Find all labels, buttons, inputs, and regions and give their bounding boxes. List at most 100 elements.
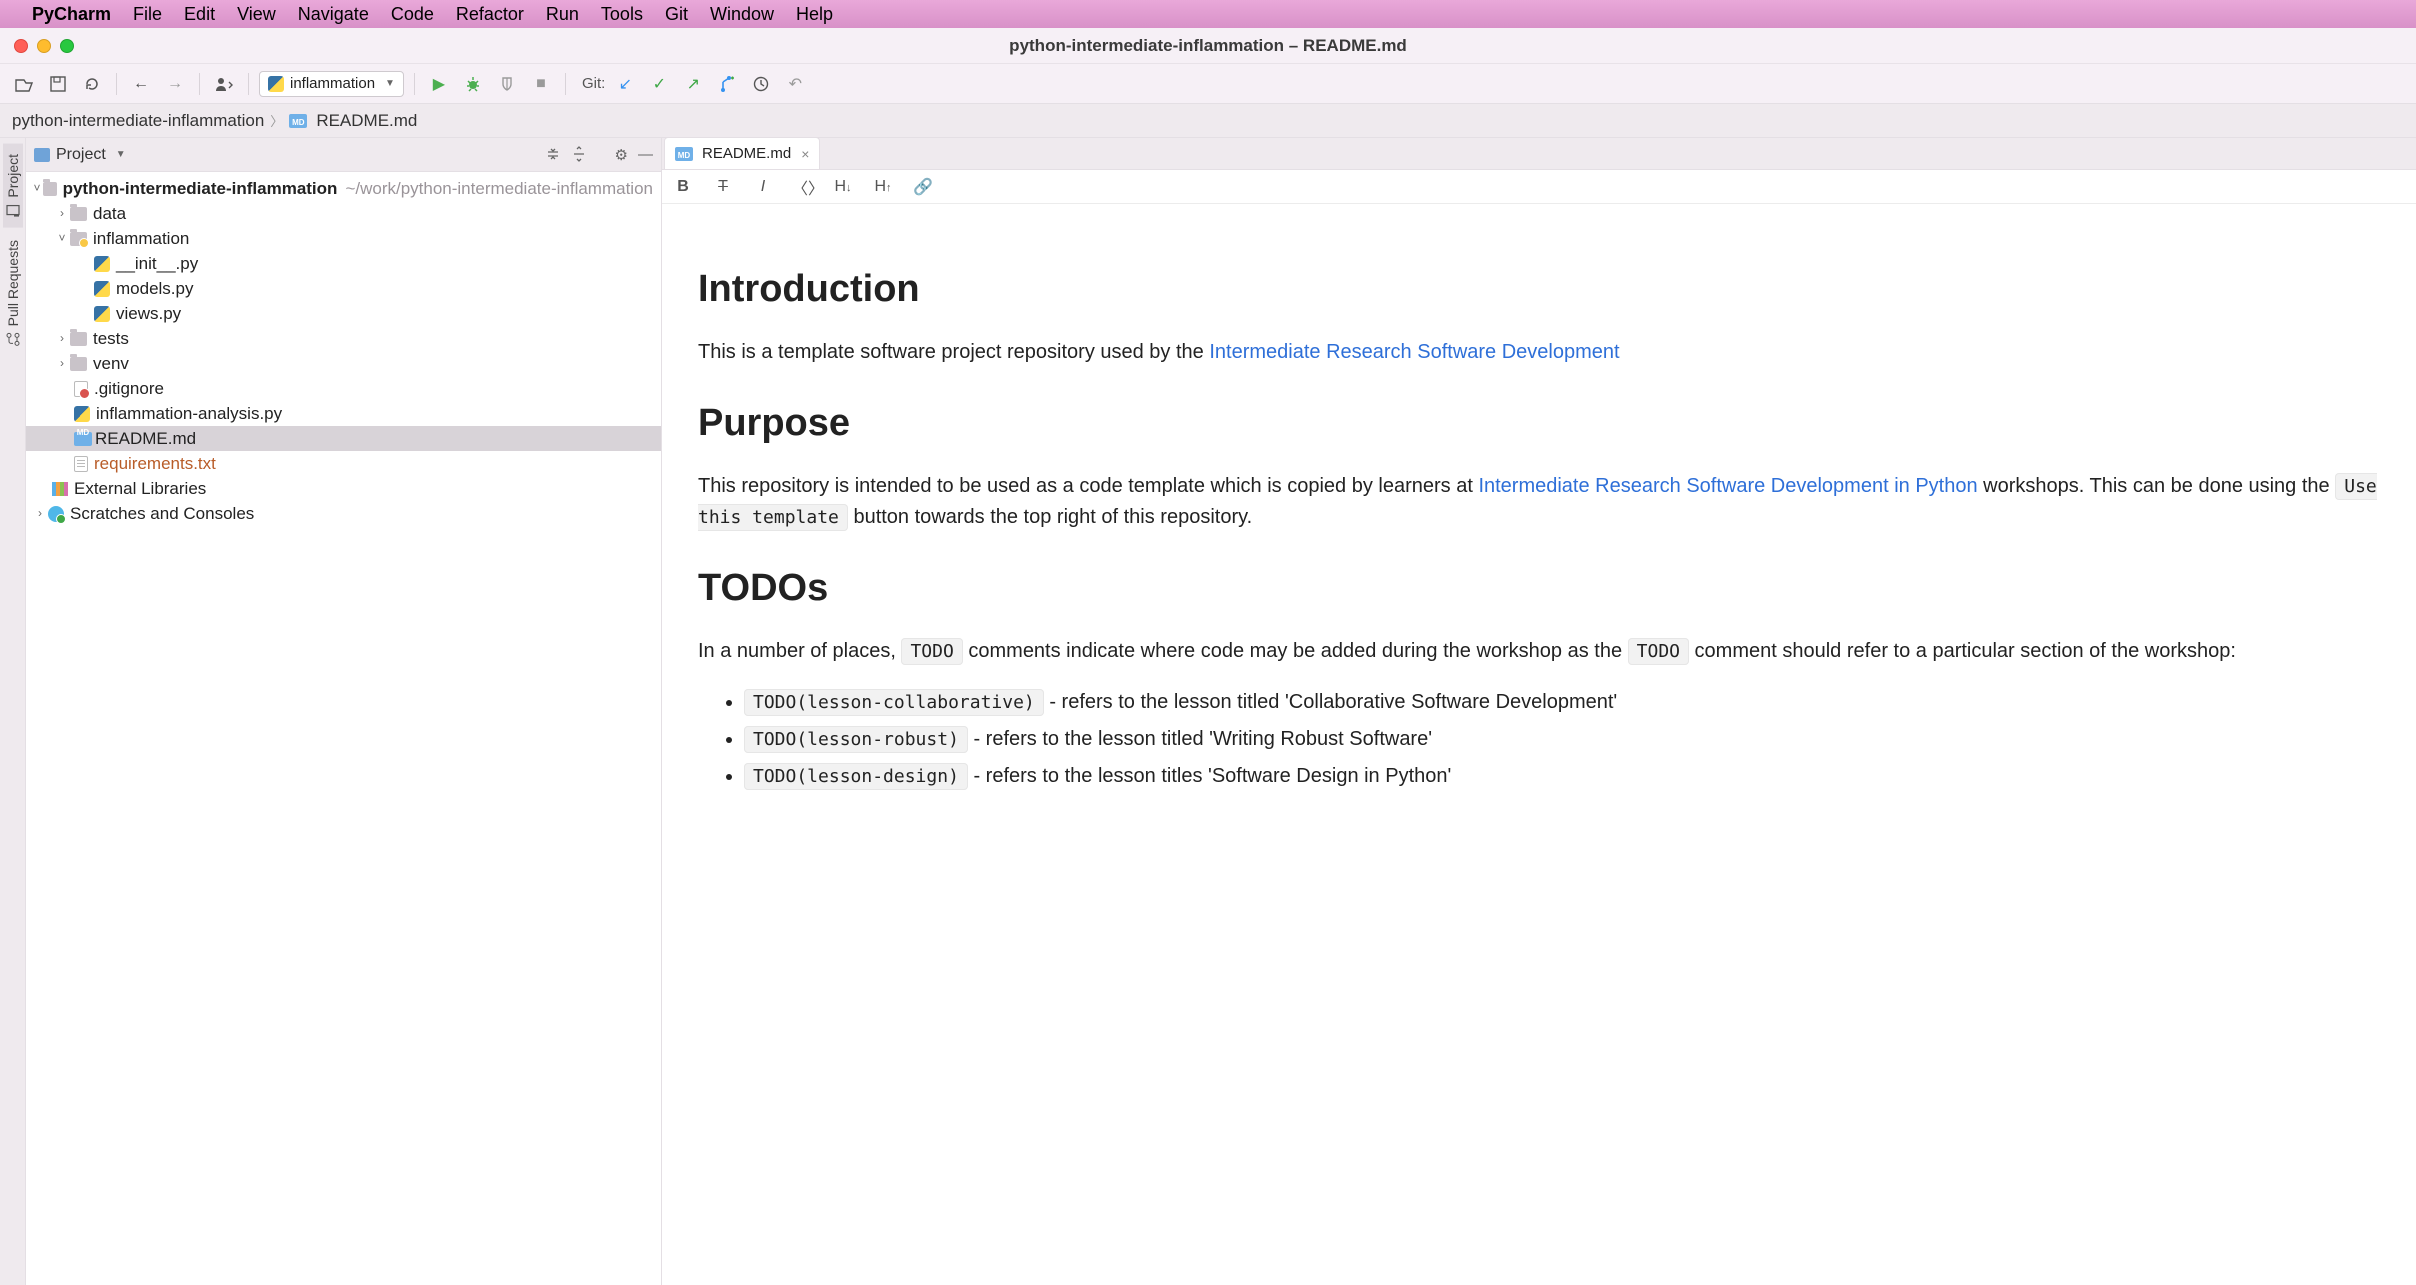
collapse-all-icon[interactable] — [545, 146, 561, 164]
tool-tab-project[interactable]: Project — [3, 144, 23, 228]
git-commit-icon[interactable]: ✓ — [645, 70, 673, 98]
menu-window[interactable]: Window — [710, 4, 774, 25]
link-course[interactable]: Intermediate Research Software Developme… — [1478, 475, 1977, 497]
python-file-icon — [94, 306, 110, 322]
menu-code[interactable]: Code — [391, 4, 434, 25]
paragraph-intro: This is a template software project repo… — [698, 337, 2416, 368]
markdown-file-icon — [74, 432, 92, 446]
nav-forward-icon[interactable]: → — [161, 70, 189, 98]
git-label: Git: — [582, 75, 605, 92]
open-icon[interactable] — [10, 70, 38, 98]
italic-icon[interactable]: I — [752, 178, 774, 196]
git-rollback-icon[interactable]: ↶ — [781, 70, 809, 98]
run-config-selector[interactable]: inflammation ▼ — [259, 71, 404, 97]
tree-file-gitignore[interactable]: .gitignore — [26, 376, 661, 401]
folder-icon — [70, 332, 87, 346]
project-icon — [34, 148, 50, 162]
menu-help[interactable]: Help — [796, 4, 833, 25]
menu-tools[interactable]: Tools — [601, 4, 643, 25]
breadcrumb-root[interactable]: python-intermediate-inflammation — [12, 111, 264, 131]
text: - refers to the lesson titled 'Writing R… — [968, 728, 1432, 750]
text: comments indicate where code may be adde… — [963, 640, 1628, 662]
heading-purpose: Purpose — [698, 394, 2416, 453]
minimize-window-button[interactable] — [37, 39, 51, 53]
code-icon[interactable]: 〈〉 — [792, 175, 814, 199]
zoom-window-button[interactable] — [60, 39, 74, 53]
chevron-down-icon[interactable]: ▼ — [116, 149, 126, 160]
editor-tab-readme[interactable]: README.md × — [664, 138, 820, 169]
bold-icon[interactable]: B — [672, 178, 694, 196]
paragraph-purpose: This repository is intended to be used a… — [698, 471, 2416, 533]
titlebar: python-intermediate-inflammation – READM… — [0, 28, 2416, 64]
debug-icon[interactable] — [459, 70, 487, 98]
tree-external-libraries[interactable]: External Libraries — [26, 476, 661, 501]
python-file-icon — [94, 281, 110, 297]
menu-file[interactable]: File — [133, 4, 162, 25]
project-tree[interactable]: ˅ python-intermediate-inflammation ~/wor… — [26, 172, 661, 1285]
git-push-icon[interactable]: ↗ — [679, 70, 707, 98]
editor-area: README.md × B T I 〈〉 H↓ H↑ 🔗 Introductio… — [662, 138, 2416, 1285]
panel-hide-icon[interactable]: — — [638, 146, 653, 164]
python-file-icon — [94, 256, 110, 272]
header-increase-icon[interactable]: H↑ — [872, 178, 894, 196]
tree-label: requirements.txt — [94, 451, 216, 476]
strikethrough-icon[interactable]: T — [712, 178, 734, 196]
tree-file-views[interactable]: views.py — [26, 301, 661, 326]
git-update-icon[interactable]: ↙ — [611, 70, 639, 98]
stop-icon[interactable]: ■ — [527, 70, 555, 98]
tree-root[interactable]: ˅ python-intermediate-inflammation ~/wor… — [26, 176, 661, 201]
coverage-icon[interactable] — [493, 70, 521, 98]
panel-settings-icon[interactable]: ⚙ — [615, 146, 628, 164]
app-menu[interactable]: PyCharm — [32, 4, 111, 25]
tree-file-analysis[interactable]: inflammation-analysis.py — [26, 401, 661, 426]
tree-label: Scratches and Consoles — [70, 501, 254, 526]
header-decrease-icon[interactable]: H↓ — [832, 178, 854, 196]
macos-menubar: PyCharm File Edit View Navigate Code Ref… — [0, 0, 2416, 28]
reload-from-disk-icon[interactable] — [78, 70, 106, 98]
menu-refactor[interactable]: Refactor — [456, 4, 524, 25]
editor-tab-label: README.md — [702, 145, 791, 162]
window-title: python-intermediate-inflammation – READM… — [1009, 36, 1407, 56]
nav-back-icon[interactable]: ← — [127, 70, 155, 98]
project-panel: Project ▼ ⚙ — ˅ python-intermediate-infl… — [26, 138, 662, 1285]
tree-label: venv — [93, 351, 129, 376]
tree-label: inflammation-analysis.py — [96, 401, 282, 426]
markdown-toolbar: B T I 〈〉 H↓ H↑ 🔗 — [662, 170, 2416, 204]
link-intermediate-research[interactable]: Intermediate Research Software Developme… — [1209, 341, 1619, 363]
expand-all-icon[interactable] — [571, 146, 587, 164]
menu-view[interactable]: View — [237, 4, 276, 25]
git-history-icon[interactable] — [747, 70, 775, 98]
tree-folder-inflammation[interactable]: ˅ inflammation — [26, 226, 661, 251]
breadcrumb-file[interactable]: README.md — [316, 111, 417, 131]
tree-file-readme[interactable]: README.md — [26, 426, 661, 451]
tree-file-requirements[interactable]: requirements.txt — [26, 451, 661, 476]
text: button towards the top right of this rep… — [848, 506, 1252, 528]
code-todo: TODO — [901, 638, 962, 665]
paragraph-todos: In a number of places, TODO comments ind… — [698, 636, 2416, 667]
tree-file-models[interactable]: models.py — [26, 276, 661, 301]
tree-folder-data[interactable]: › data — [26, 201, 661, 226]
code-todo-collab: TODO(lesson-collaborative) — [744, 689, 1044, 716]
tool-tab-project-label: Project — [5, 154, 21, 198]
text: comment should refer to a particular sec… — [1689, 640, 2236, 662]
run-icon[interactable]: ▶ — [425, 70, 453, 98]
code-with-me-icon[interactable] — [210, 70, 238, 98]
markdown-preview[interactable]: Introduction This is a template software… — [662, 204, 2416, 1285]
menu-run[interactable]: Run — [546, 4, 579, 25]
package-folder-icon — [70, 232, 87, 246]
tree-label: External Libraries — [74, 476, 206, 501]
link-icon[interactable]: 🔗 — [912, 177, 934, 197]
tree-folder-tests[interactable]: › tests — [26, 326, 661, 351]
tree-scratches[interactable]: › Scratches and Consoles — [26, 501, 661, 526]
text: - refers to the lesson titles 'Software … — [968, 765, 1451, 787]
git-new-branch-icon[interactable] — [713, 70, 741, 98]
tool-tab-pull-requests[interactable]: Pull Requests — [3, 230, 23, 356]
menu-navigate[interactable]: Navigate — [298, 4, 369, 25]
save-all-icon[interactable] — [44, 70, 72, 98]
menu-git[interactable]: Git — [665, 4, 688, 25]
tree-file-init[interactable]: __init__.py — [26, 251, 661, 276]
menu-edit[interactable]: Edit — [184, 4, 215, 25]
close-window-button[interactable] — [14, 39, 28, 53]
tree-folder-venv[interactable]: › venv — [26, 351, 661, 376]
close-tab-icon[interactable]: × — [801, 146, 809, 162]
